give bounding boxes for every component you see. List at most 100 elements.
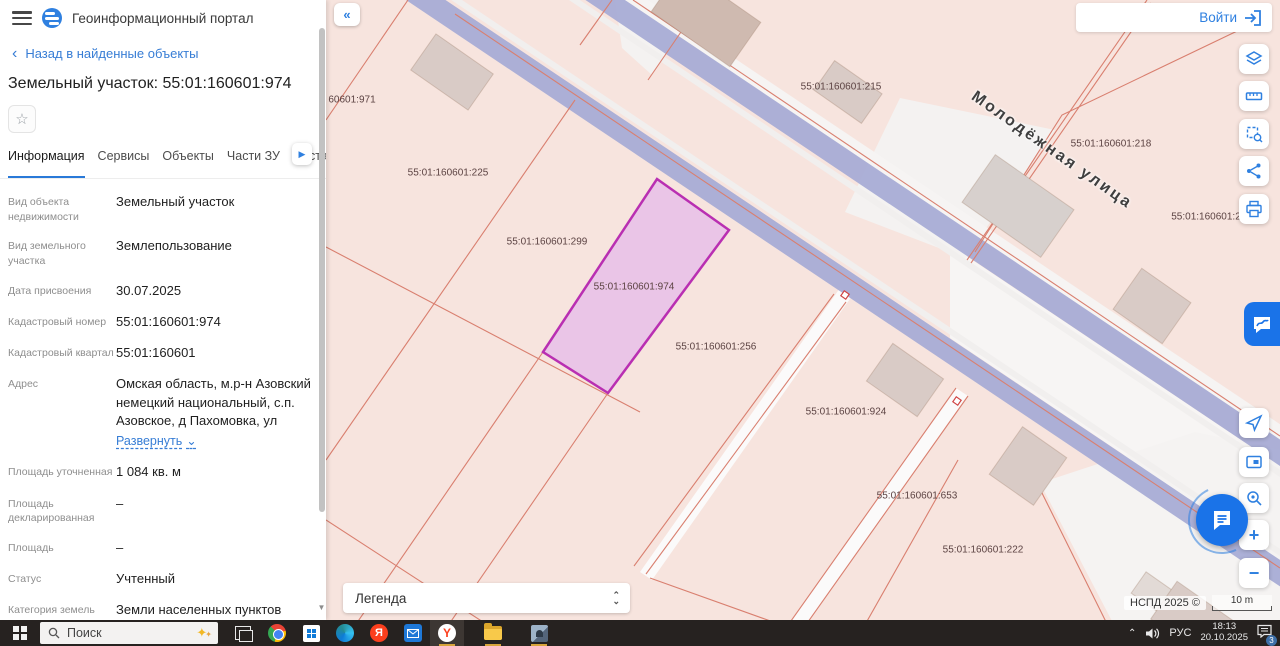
- minus-icon: −: [1248, 563, 1260, 583]
- object-info-panel: Геоинформационный портал ‹ Назад в найде…: [0, 0, 326, 646]
- parcel-label: 55:01:160601:974: [593, 281, 675, 293]
- map-canvas[interactable]: [326, 0, 1280, 620]
- parcel-label: 55:01:160601:225: [407, 167, 489, 179]
- panel-scrollbar[interactable]: [319, 28, 325, 512]
- field-row: Статус Учтенный: [8, 571, 176, 587]
- volume-icon[interactable]: [1145, 627, 1160, 640]
- copilot-sparkle-icon: ✦✦: [196, 625, 211, 640]
- overview-map-button[interactable]: [1239, 447, 1269, 477]
- login-button[interactable]: Войти: [1199, 10, 1237, 25]
- search-placeholder: Поиск: [67, 626, 102, 640]
- tab-objects[interactable]: Объекты: [162, 149, 214, 178]
- yandex-search-taskbar-icon[interactable]: Я: [362, 620, 396, 646]
- photo-viewer-taskbar-icon[interactable]: [522, 620, 556, 646]
- search-icon: [48, 627, 60, 639]
- chevron-down-icon: ⌄: [186, 433, 197, 448]
- field-row: Вид земельного участка Землепользование: [8, 238, 232, 268]
- parcel-label: 55:01:160601:924: [805, 406, 887, 418]
- clock[interactable]: 18:13 20.10.2025: [1200, 621, 1248, 644]
- scale-line: [1212, 606, 1272, 611]
- tray-date: 20.10.2025: [1200, 632, 1248, 643]
- language-indicator[interactable]: РУС: [1169, 627, 1191, 639]
- locate-button[interactable]: [1239, 408, 1269, 438]
- ms-store-taskbar-icon[interactable]: [294, 620, 328, 646]
- scale-label: 10 m: [1230, 595, 1254, 606]
- tab-parts[interactable]: Части ЗУ: [227, 149, 280, 178]
- chat-bubble-icon: [1214, 511, 1230, 530]
- start-button[interactable]: [0, 620, 40, 646]
- field-row: Кадастровый квартал 55:01:160601: [8, 345, 196, 361]
- share-button[interactable]: [1239, 156, 1269, 186]
- scroll-down-icon[interactable]: ▼: [317, 603, 326, 612]
- field-row: Вид объекта недвижимости Земельный участо…: [8, 194, 235, 223]
- field-row: Площадь уточненная 1 084 кв. м: [8, 464, 181, 480]
- login-bar[interactable]: Войти: [1076, 3, 1272, 32]
- windows-logo-icon: [13, 626, 27, 640]
- address-value: Омская область, м.р-н Азовский немецкий …: [116, 376, 311, 428]
- field-row: Площадь –: [8, 539, 124, 555]
- task-view-button[interactable]: [226, 620, 260, 646]
- ruler-icon: [1245, 92, 1263, 101]
- file-explorer-taskbar-icon[interactable]: [476, 620, 510, 646]
- tab-services[interactable]: Сервисы: [98, 149, 150, 178]
- legend-bar[interactable]: Легенда ⌃ ⌄: [343, 583, 630, 613]
- notification-badge: 3: [1266, 634, 1277, 646]
- legend-label: Легенда: [355, 590, 407, 606]
- layers-button[interactable]: [1239, 44, 1269, 74]
- mail-taskbar-icon[interactable]: [396, 620, 430, 646]
- chrome-taskbar-icon[interactable]: [260, 620, 294, 646]
- parcel-label: 60601:971: [328, 94, 376, 106]
- parcel-label: 55:01:160601:256: [675, 341, 757, 353]
- windows-taskbar: Поиск ✦✦ Я Y ⌃ РУС 18:13 20.10.2025 3: [0, 620, 1280, 646]
- taskbar-search-input[interactable]: Поиск ✦✦: [40, 622, 218, 644]
- tab-information[interactable]: Информация: [8, 149, 85, 178]
- tabs-scroll-right-button[interactable]: ▶: [292, 143, 312, 165]
- field-row: Кадастровый номер 55:01:160601:974: [8, 313, 221, 329]
- back-link-label[interactable]: Назад в найденные объекты: [25, 46, 198, 61]
- parcel-label: 55:01:160601:218: [1070, 138, 1152, 150]
- layers-icon: [1245, 51, 1263, 65]
- portal-logo-icon: [42, 8, 62, 28]
- share-icon: [1247, 163, 1261, 179]
- back-link[interactable]: ‹ Назад в найденные объекты: [0, 32, 326, 61]
- parcel-label: 55:01:160601:299: [506, 236, 588, 248]
- area-measure-icon: [1246, 126, 1263, 143]
- page-title: Земельный участок: 55:01:160601:974: [8, 75, 292, 92]
- tray-expand-icon[interactable]: ⌃: [1128, 628, 1136, 639]
- edge-taskbar-icon[interactable]: [328, 620, 362, 646]
- yandex-browser-taskbar-icon[interactable]: Y: [430, 620, 464, 646]
- map-search-icon: [1247, 491, 1262, 506]
- map-attribution: НСПД 2025 ©: [1124, 596, 1206, 610]
- geoportal-app: циан Молодёжная улица 60601:971 55:01:16…: [0, 0, 1280, 646]
- envelope-icon: [407, 628, 419, 638]
- chat-button[interactable]: [1196, 494, 1248, 546]
- app-title: Геоинформационный портал: [72, 10, 254, 26]
- task-view-icon: [235, 626, 253, 642]
- zoom-out-button[interactable]: −: [1239, 558, 1269, 588]
- expand-address-link[interactable]: Развернуть ⌄: [116, 433, 197, 451]
- overview-map-icon: [1246, 455, 1262, 469]
- map-panel-toggle[interactable]: [1244, 302, 1280, 346]
- menu-icon[interactable]: [12, 11, 32, 25]
- tab-bar: Информация Сервисы Объекты Части ЗУ Сост…: [0, 133, 326, 179]
- system-tray: ⌃ РУС 18:13 20.10.2025 3: [1128, 621, 1280, 646]
- plus-icon: +: [1248, 525, 1260, 545]
- parcel-label: 55:01:160601:2: [1171, 211, 1241, 223]
- parcel-label: 55:01:160601:215: [800, 81, 882, 93]
- collapse-panel-button[interactable]: «: [334, 3, 360, 26]
- field-row: Площадь декларированная –: [8, 495, 124, 525]
- print-button[interactable]: [1239, 194, 1269, 224]
- map-bubble-icon: [1254, 317, 1270, 333]
- favorite-button[interactable]: ☆: [8, 105, 36, 133]
- legend-expand-icon[interactable]: ⌃ ⌄: [612, 591, 630, 606]
- login-icon: [1245, 9, 1261, 26]
- field-row: Дата присвоения 30.07.2025: [8, 282, 182, 298]
- fields-list: Вид объекта недвижимости Земельный участо…: [0, 179, 326, 646]
- field-row: Категория земель Земли населенных пунктов: [8, 602, 282, 618]
- area-measure-button[interactable]: [1239, 119, 1269, 149]
- print-icon: [1246, 200, 1262, 218]
- action-center-button[interactable]: 3: [1257, 624, 1277, 646]
- ruler-button[interactable]: [1239, 81, 1269, 111]
- cadastral-map[interactable]: циан Молодёжная улица 60601:971 55:01:16…: [326, 0, 1280, 620]
- scale-bar: 10 m: [1212, 595, 1272, 611]
